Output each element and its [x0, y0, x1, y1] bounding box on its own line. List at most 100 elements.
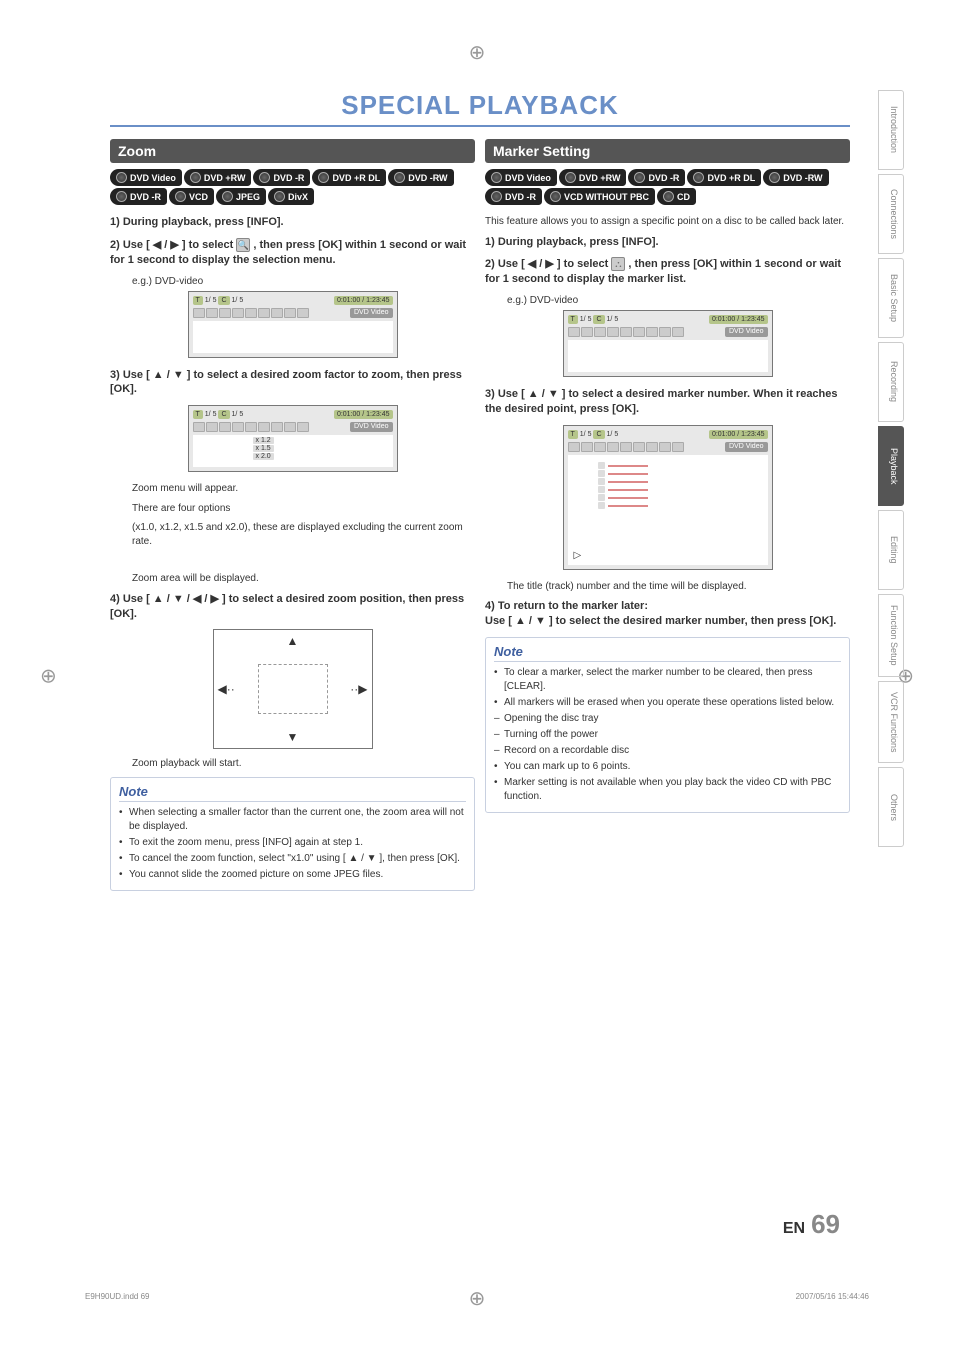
tab-playback[interactable]: Playback — [878, 426, 904, 506]
note-title: Note — [494, 644, 841, 662]
marker-step1: 1) During playback, press [INFO]. — [485, 235, 850, 250]
note-item: All markers will be erased when you oper… — [494, 696, 841, 710]
tab-recording[interactable]: Recording — [878, 342, 904, 422]
zoom-diagram: ▲ ▼ ◀·· ··▶ — [213, 629, 373, 749]
page-content: SPECIAL PLAYBACK Zoom DVD Video DVD +RW … — [110, 90, 850, 1260]
marker-note: Note To clear a marker, select the marke… — [485, 637, 850, 813]
marker-list-graphic — [608, 459, 648, 513]
marker-step4: 4) To return to the marker later: Use [ … — [485, 599, 850, 629]
badge: DVD -R — [628, 169, 685, 186]
osd-icon — [245, 308, 257, 318]
right-column: Marker Setting DVD Video DVD +RW DVD -R … — [485, 139, 850, 891]
note-item: Turning off the power — [494, 728, 841, 742]
footer-filename: E9H90UD.indd 69 — [85, 1292, 149, 1301]
osd-icon — [193, 308, 205, 318]
badge: DVD -R — [110, 188, 167, 205]
arrow-right-icon: ··▶ — [350, 682, 367, 696]
badge: DVD +R DL — [687, 169, 761, 186]
eg-label: e.g.) DVD-video — [507, 295, 850, 306]
zoom-format-badges: DVD Video DVD +RW DVD -R DVD +R DL DVD -… — [110, 169, 475, 205]
zoom-para: (x1.0, x1.2, x1.5 and x2.0), these are d… — [132, 521, 475, 548]
badge: DivX — [268, 188, 314, 205]
note-item: Opening the disc tray — [494, 712, 841, 726]
time: 0:01:00 / 1:23:45 — [334, 296, 393, 305]
tab-editing[interactable]: Editing — [878, 510, 904, 590]
tab-function-setup[interactable]: Function Setup — [878, 594, 904, 677]
title-underline — [110, 125, 850, 127]
osd-screenshot-1: T 1/ 5 C 1/ 5 0:01:00 / 1:23:45 DVD Vide… — [188, 291, 398, 358]
badge: DVD -RW — [388, 169, 453, 186]
tab-introduction[interactable]: Introduction — [878, 90, 904, 170]
zoom-option: x 1.2 — [253, 437, 274, 444]
osd-icon — [219, 308, 231, 318]
zoom-header: Zoom — [110, 139, 475, 163]
tab-connections[interactable]: Connections — [878, 174, 904, 254]
zoom-para: Zoom playback will start. — [132, 757, 475, 771]
osd-icon — [271, 308, 283, 318]
zoom-step2: 2) Use [ ◀ / ▶ ] to select 🔍 , then pres… — [110, 238, 475, 268]
badge: DVD Video — [110, 169, 182, 186]
zoom-option: x 1.5 — [253, 445, 274, 452]
badge: CD — [657, 188, 696, 205]
badge: DVD +R DL — [312, 169, 386, 186]
magnifier-icon: 🔍 — [236, 238, 250, 252]
marker-header: Marker Setting — [485, 139, 850, 163]
marker-para: The title (track) number and the time wi… — [507, 580, 850, 594]
crop-mark-icon: ⊕ — [40, 663, 57, 688]
badge: VCD WITHOUT PBC — [544, 188, 655, 205]
badge: DVD -R — [253, 169, 310, 186]
note-title: Note — [119, 784, 466, 802]
badge: DVD -RW — [763, 169, 828, 186]
crop-mark-icon: ⊕ — [469, 40, 486, 65]
badge: JPEG — [216, 188, 266, 205]
note-item: When selecting a smaller factor than the… — [119, 806, 466, 834]
badge: DVD +RW — [184, 169, 252, 186]
badge: DVD -R — [485, 188, 542, 205]
osd-screenshot-4: T 1/ 5 C 1/ 5 0:01:00 / 1:23:45 DVD Vide… — [563, 425, 773, 570]
note-item: You cannot slide the zoomed picture on s… — [119, 868, 466, 882]
footer-timestamp: 2007/05/16 15:44:46 — [796, 1292, 869, 1301]
zoom-step4: 4) Use [ ▲ / ▼ / ◀ / ▶ ] to select a des… — [110, 592, 475, 622]
zoom-para: Zoom area will be displayed. — [132, 572, 475, 586]
note-item: To cancel the zoom function, select "x1.… — [119, 852, 466, 866]
osd-screenshot-3: T 1/ 5 C 1/ 5 0:01:00 / 1:23:45 DVD Vide… — [563, 310, 773, 377]
tab-others[interactable]: Others — [878, 767, 904, 847]
arrow-up-icon: ▲ — [287, 634, 299, 648]
badge: VCD — [169, 188, 214, 205]
osd-icon — [297, 308, 309, 318]
osd-screenshot-2: T 1/ 5 C 1/ 5 0:01:00 / 1:23:45 DVD Vide… — [188, 405, 398, 472]
marker-format-badges: DVD Video DVD +RW DVD -R DVD +R DL DVD -… — [485, 169, 850, 205]
page-number: EN69 — [783, 1209, 840, 1240]
zoom-option: x 2.0 — [253, 453, 274, 460]
marker-step2: 2) Use [ ◀ / ▶ ] to select ⛬ , then pres… — [485, 257, 850, 287]
note-item: To clear a marker, select the marker num… — [494, 666, 841, 694]
play-icon: ▷ — [574, 550, 582, 561]
badge: DVD Video — [485, 169, 557, 186]
zoom-note: Note When selecting a smaller factor tha… — [110, 777, 475, 891]
osd-icon — [284, 308, 296, 318]
zoom-para: There are four options — [132, 502, 475, 516]
page-title: SPECIAL PLAYBACK — [110, 90, 850, 121]
marker-intro: This feature allows you to assign a spec… — [485, 215, 850, 229]
arrow-left-icon: ◀·· — [218, 682, 235, 696]
note-item: Marker setting is not available when you… — [494, 776, 841, 804]
zoom-step1: 1) During playback, press [INFO]. — [110, 215, 475, 230]
eg-label: e.g.) DVD-video — [132, 276, 475, 287]
osd-icon — [232, 308, 244, 318]
left-column: Zoom DVD Video DVD +RW DVD -R DVD +R DL … — [110, 139, 475, 891]
osd-icon — [206, 308, 218, 318]
badge: DVD +RW — [559, 169, 627, 186]
chapter-chip: C — [218, 296, 229, 305]
tab-vcr-functions[interactable]: VCR Functions — [878, 681, 904, 764]
note-item: To exit the zoom menu, press [INFO] agai… — [119, 836, 466, 850]
note-item: You can mark up to 6 points. — [494, 760, 841, 774]
marker-step3: 3) Use [ ▲ / ▼ ] to select a desired mar… — [485, 387, 850, 417]
osd-icon — [258, 308, 270, 318]
marker-icon: ⛬ — [611, 257, 625, 271]
zoom-step3: 3) Use [ ▲ / ▼ ] to select a desired zoo… — [110, 368, 475, 398]
zoom-para: Zoom menu will appear. — [132, 482, 475, 496]
side-tabs: Introduction Connections Basic Setup Rec… — [878, 90, 904, 851]
tab-basic-setup[interactable]: Basic Setup — [878, 258, 904, 338]
note-item: Record on a recordable disc — [494, 744, 841, 758]
footer: E9H90UD.indd 69 2007/05/16 15:44:46 — [85, 1292, 869, 1301]
